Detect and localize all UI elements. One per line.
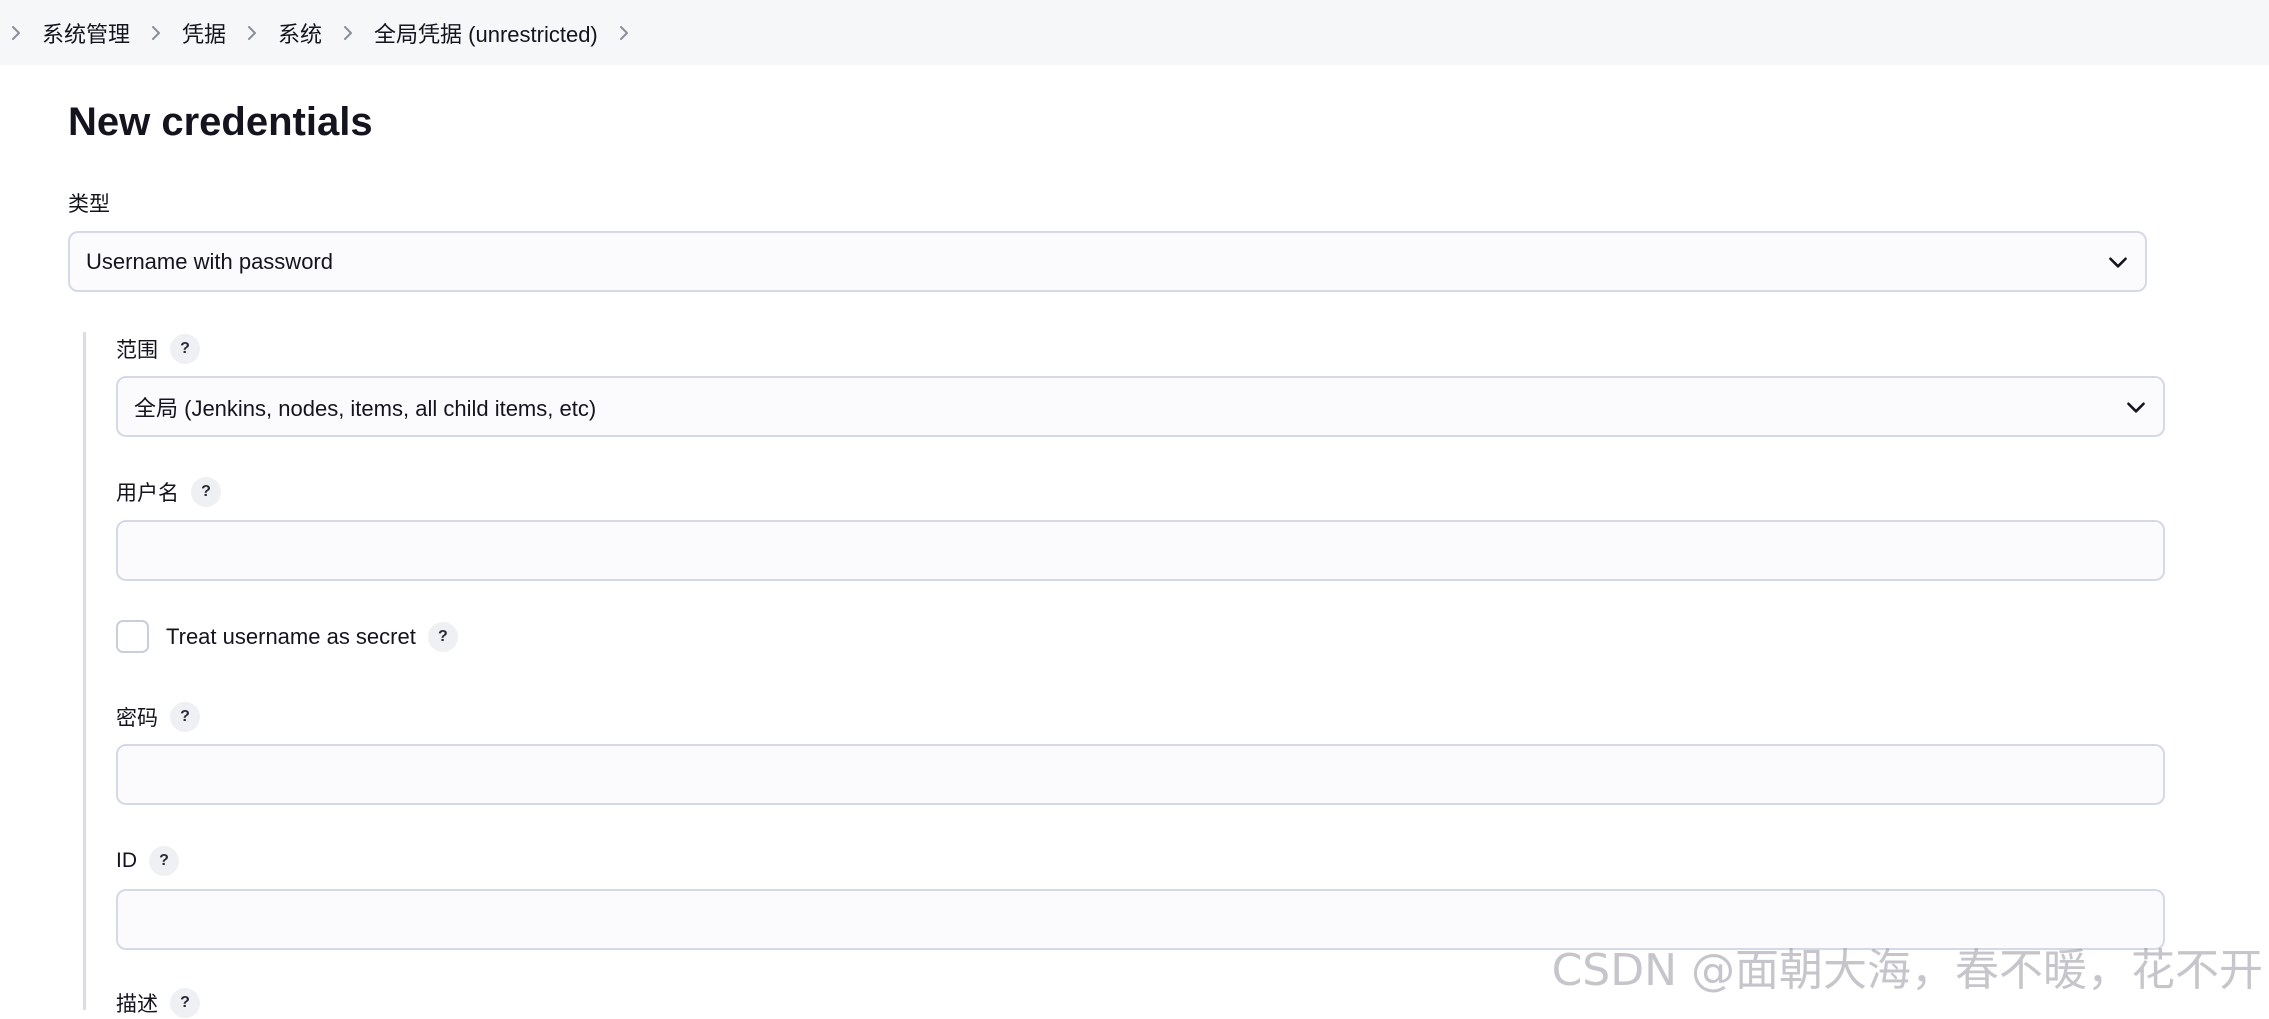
chevron-right-icon — [144, 21, 168, 45]
breadcrumb: 系统管理 凭据 系统 全局凭据 (unrestricted) — [0, 0, 650, 65]
watermark: CSDN @面朝大海，春不暖，花不开 — [1551, 945, 2263, 996]
chevron-down-icon — [2123, 394, 2149, 420]
username-label: 用户名 ? — [116, 476, 221, 508]
password-input[interactable] — [116, 744, 2165, 805]
kind-label-text: 类型 — [68, 193, 110, 216]
id-label-text: ID — [116, 849, 137, 872]
chevron-down-icon — [2105, 249, 2131, 275]
scope-label-text: 范围 — [116, 339, 158, 362]
nested-section-border — [83, 332, 86, 1010]
id-label: ID ? — [116, 845, 179, 877]
help-icon[interactable]: ? — [170, 702, 200, 732]
help-icon[interactable]: ? — [149, 846, 179, 876]
breadcrumb-item-global-credentials[interactable]: 全局凭据 (unrestricted) — [374, 17, 598, 49]
breadcrumb-item-credentials[interactable]: 凭据 — [182, 17, 226, 49]
breadcrumb-item-system[interactable]: 系统 — [278, 17, 322, 49]
chevron-right-icon[interactable] — [612, 21, 636, 45]
kind-label: 类型 — [68, 188, 110, 218]
treat-username-secret-checkbox[interactable] — [116, 620, 149, 653]
description-label-text: 描述 — [116, 993, 158, 1016]
scope-select[interactable]: 全局 (Jenkins, nodes, items, all child ite… — [116, 376, 2165, 437]
help-icon[interactable]: ? — [170, 988, 200, 1018]
username-input[interactable] — [116, 520, 2165, 581]
treat-username-secret-label[interactable]: Treat username as secret — [166, 624, 416, 650]
password-label: 密码 ? — [116, 701, 200, 733]
chevron-right-icon — [240, 21, 264, 45]
chevron-right-icon — [4, 21, 28, 45]
chevron-right-icon — [336, 21, 360, 45]
kind-select-value: Username with password — [86, 248, 333, 274]
username-label-text: 用户名 — [116, 482, 179, 505]
breadcrumb-item-manage[interactable]: 系统管理 — [42, 17, 130, 49]
kind-select[interactable]: Username with password — [68, 231, 2147, 292]
help-icon[interactable]: ? — [170, 334, 200, 364]
treat-username-secret-row: Treat username as secret ? — [116, 620, 458, 653]
help-icon[interactable]: ? — [191, 477, 221, 507]
help-icon[interactable]: ? — [427, 621, 458, 652]
scope-select-value: 全局 (Jenkins, nodes, items, all child ite… — [134, 395, 597, 421]
description-label: 描述 ? — [116, 987, 200, 1019]
scope-label: 范围 ? — [116, 333, 200, 365]
breadcrumb-bar: 系统管理 凭据 系统 全局凭据 (unrestricted) — [0, 0, 2269, 65]
password-label-text: 密码 — [116, 707, 158, 730]
page-title: New credentials — [68, 100, 373, 144]
